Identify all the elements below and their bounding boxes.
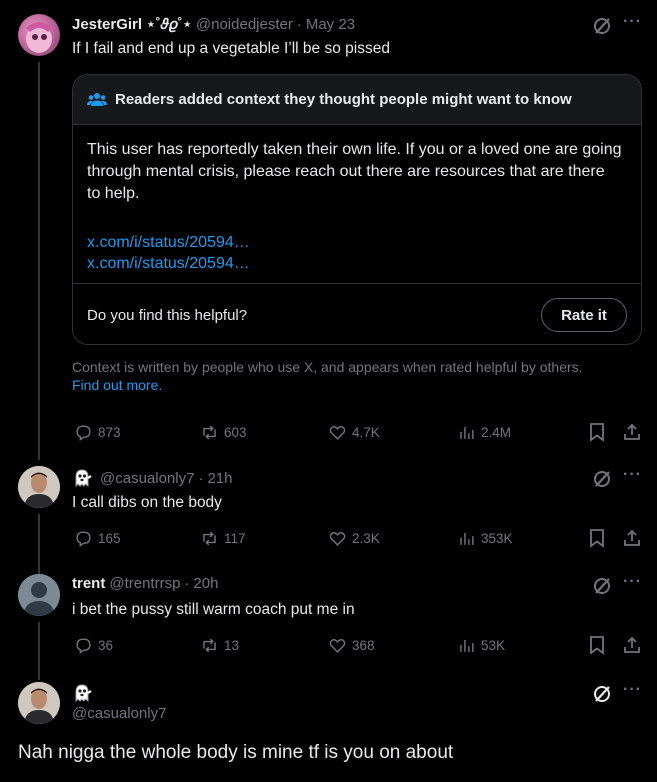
share-icon[interactable] [622, 635, 642, 655]
views-button[interactable]: 53K [457, 634, 505, 656]
like-count: 4.7K [352, 424, 380, 440]
reply-icon [76, 530, 91, 547]
repost-count: 117 [224, 530, 246, 546]
grok-icon[interactable] [592, 469, 612, 489]
thread-line [38, 622, 40, 680]
more-icon[interactable]: ··· [623, 13, 642, 31]
bookmark-icon[interactable] [588, 528, 606, 548]
heart-icon [329, 425, 346, 440]
note-rating-bar: Do you find this helpful? Rate it [73, 283, 641, 344]
view-count: 2.4M [481, 424, 512, 440]
repost-button[interactable]: 603 [200, 421, 247, 443]
like-button[interactable]: 368 [328, 634, 375, 656]
reply-count: 165 [98, 530, 121, 546]
context-disclaimer: Context is written by people who use X, … [72, 358, 632, 394]
share-icon[interactable] [622, 422, 642, 442]
more-icon[interactable]: ··· [623, 681, 642, 699]
views-icon [460, 532, 474, 545]
tweet-text: I call dibs on the body [72, 494, 222, 511]
handle[interactable]: @casualonly7 [72, 705, 166, 722]
timestamp[interactable]: May 23 [306, 16, 355, 33]
like-count: 368 [352, 637, 375, 653]
repost-icon [203, 531, 216, 545]
repost-button[interactable]: 13 [200, 634, 239, 656]
tweet-header: @casualonly7 · 21h [72, 468, 232, 488]
ghost-emoji-icon [75, 469, 92, 488]
like-count: 2.3K [352, 530, 380, 546]
avatar[interactable] [18, 14, 60, 56]
repost-count: 13 [224, 637, 240, 653]
more-icon[interactable]: ··· [623, 573, 642, 591]
grok-icon[interactable] [592, 576, 612, 596]
timestamp[interactable]: 21h [207, 470, 232, 487]
disclaimer-text: Context is written by people who use X, … [72, 359, 583, 375]
display-name[interactable]: trent [72, 575, 105, 592]
views-button[interactable]: 2.4M [457, 421, 511, 443]
views-icon [460, 639, 474, 652]
reply-count: 873 [98, 424, 121, 440]
reply-icon [76, 637, 91, 654]
tweet-header: trent @trentrrsp · 20h [72, 575, 218, 592]
repost-icon [203, 638, 216, 652]
tweet-text: If I fail and end up a vegetable I’ll be… [72, 40, 390, 57]
heart-icon [329, 531, 346, 546]
avatar[interactable] [18, 466, 60, 508]
avatar[interactable] [18, 682, 60, 724]
ghost-emoji-icon [75, 684, 92, 703]
note-text: This user has reportedly taken their own… [87, 141, 622, 202]
timestamp[interactable]: 20h [193, 575, 218, 592]
view-count: 53K [481, 637, 506, 653]
handle[interactable]: @noidedjester [196, 16, 293, 33]
tweet-actions: 165 117 2.3K 353K [72, 527, 644, 549]
repost-button[interactable]: 117 [200, 527, 246, 549]
note-link[interactable]: x.com/i/status/20594… [87, 232, 627, 253]
avatar[interactable] [18, 574, 60, 616]
note-header: Readers added context they thought peopl… [73, 75, 641, 125]
separator: · [296, 15, 302, 33]
tweet-text: Nah nigga the whole body is mine tf is y… [18, 742, 454, 763]
like-button[interactable]: 2.3K [328, 527, 380, 549]
reply-button[interactable]: 165 [74, 527, 121, 549]
rate-it-button[interactable]: Rate it [541, 298, 627, 332]
grok-icon[interactable] [592, 684, 612, 704]
handle[interactable]: @casualonly7 [100, 470, 194, 487]
find-out-more-link[interactable]: Find out more. [72, 377, 162, 393]
reply-icon [76, 424, 91, 441]
helpful-question: Do you find this helpful? [87, 306, 248, 324]
view-count: 353K [481, 530, 513, 546]
reply-button[interactable]: 873 [74, 421, 121, 443]
repost-icon [203, 425, 216, 439]
tweet-header: JesterGirl ⋆˚𝜗𝜚˚⋆ @noidedjester · May 23 [72, 15, 355, 34]
note-header-text: Readers added context they thought peopl… [115, 91, 572, 108]
tweet-actions: 873 603 4.7K 2.4M [72, 421, 644, 443]
display-name[interactable]: JesterGirl ⋆˚𝜗𝜚˚⋆ [72, 15, 192, 33]
reply-button[interactable]: 36 [74, 634, 113, 656]
share-icon[interactable] [622, 528, 642, 548]
tweet-text: i bet the pussy still warm coach put me … [72, 601, 355, 618]
grok-icon[interactable] [592, 16, 612, 36]
people-icon [87, 92, 107, 106]
reply-count: 36 [98, 637, 114, 653]
separator: · [198, 469, 204, 487]
more-icon[interactable]: ··· [623, 466, 642, 484]
views-icon [460, 426, 474, 439]
separator: · [184, 575, 190, 592]
views-button[interactable]: 353K [457, 527, 513, 549]
community-note: Readers added context they thought peopl… [72, 74, 642, 345]
like-button[interactable]: 4.7K [328, 421, 380, 443]
heart-icon [329, 638, 346, 653]
tweet-actions: 36 13 368 53K [72, 634, 644, 656]
handle[interactable]: @trentrrsp [109, 575, 180, 592]
note-link[interactable]: x.com/i/status/20594… [87, 253, 627, 274]
repost-count: 603 [224, 424, 247, 440]
bookmark-icon[interactable] [588, 422, 606, 442]
bookmark-icon[interactable] [588, 635, 606, 655]
thread-line [38, 62, 40, 460]
thread-line [38, 514, 40, 574]
